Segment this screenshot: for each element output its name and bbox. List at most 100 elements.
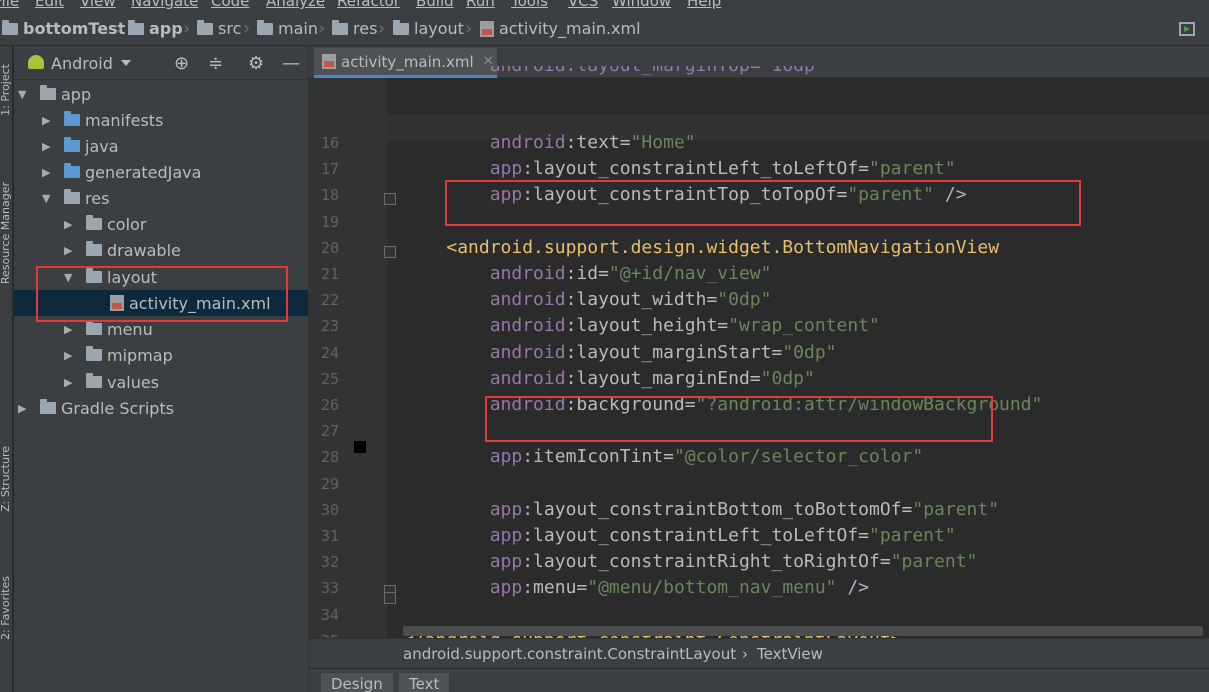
collapse-arrow-icon[interactable]: ▶ (42, 140, 50, 153)
crumb-app[interactable]: app (128, 19, 183, 38)
code-token: :text= (565, 132, 631, 153)
line-number-gutter: 1617181920212223242526272829303132333435 (309, 78, 396, 650)
chevron-right-icon: › (318, 18, 326, 39)
collapse-arrow-icon[interactable]: ▶ (42, 114, 50, 127)
design-text-tabs: Design Text (309, 668, 1209, 692)
code-token: "Home" (630, 132, 696, 153)
tree-item-res[interactable]: ▼ res (14, 185, 308, 211)
chevron-right-icon: › (378, 18, 386, 39)
code-line: app:itemIconTint="@color/selector_color" (403, 446, 923, 467)
hide-icon[interactable]: — (282, 53, 300, 74)
locate-icon[interactable]: ⊕ (174, 53, 189, 74)
tree-item-values[interactable]: ▶ values (14, 369, 308, 395)
project-view-selector[interactable]: Android (51, 54, 113, 73)
tree-item-color[interactable]: ▶ color (14, 211, 308, 237)
expand-arrow-icon[interactable]: ▼ (42, 192, 50, 205)
tree-item-menu[interactable]: ▶ menu (14, 316, 308, 342)
line-number: 26 (320, 396, 339, 414)
crumb-layout[interactable]: layout (393, 19, 464, 38)
line-number: 31 (320, 527, 339, 545)
breakpoint-icon[interactable] (354, 441, 366, 453)
code-token: app (489, 577, 523, 599)
tree-item-activity-main-xml[interactable]: activity_main.xml (14, 290, 308, 316)
run-console-icon[interactable] (1179, 22, 1195, 36)
expand-arrow-icon[interactable]: ▼ (64, 271, 72, 284)
gear-icon[interactable]: ⚙ (248, 53, 264, 74)
code-line: app:layout_constraintRight_toRightOf="pa… (403, 551, 978, 573)
tab-favorites[interactable]: 2: Favorites (0, 576, 12, 640)
tree-item-layout[interactable]: ▼ layout (14, 264, 308, 290)
tree-item-generatedjava[interactable]: ▶ generatedJava (14, 159, 308, 185)
folder-icon (257, 19, 273, 35)
line-number: 24 (320, 343, 339, 362)
crumb-file[interactable]: activity_main.xml (480, 19, 641, 38)
code-token: "parent" (912, 498, 1000, 520)
tab-project[interactable]: 1: Project (0, 64, 12, 116)
expand-arrow-icon[interactable]: ▼ (18, 88, 26, 101)
menu-window[interactable]: Window (612, 0, 671, 10)
chevron-right-icon: › (465, 18, 473, 39)
crumb-res[interactable]: res (332, 19, 377, 38)
menu-analyze[interactable]: Analyze (266, 0, 325, 10)
tree-item-drawable[interactable]: ▶ drawable (14, 237, 308, 263)
menu-navigate[interactable]: Navigate (131, 0, 198, 10)
collapse-arrow-icon[interactable]: ▶ (64, 376, 72, 389)
menu-vcs[interactable]: VCS (568, 0, 598, 10)
code-line: android:text="Home" (403, 132, 696, 153)
crumb-project[interactable]: bottomTest (2, 19, 125, 38)
collapse-arrow-icon[interactable]: ▶ (42, 166, 50, 179)
tree-item-gradle-scripts[interactable]: ▶ Gradle Scripts (14, 395, 308, 421)
tree-item-manifests[interactable]: ▶ manifests (14, 107, 308, 133)
tree-item-mipmap[interactable]: ▶ mipmap (14, 342, 308, 368)
line-number: 19 (320, 212, 339, 231)
code-token: :layout_constraintRight_toRightOf= (522, 551, 891, 573)
code-token: app (489, 525, 523, 546)
status-crumb-textview[interactable]: TextView (757, 645, 823, 663)
collapse-arrow-icon[interactable]: ▶ (64, 244, 72, 257)
line-number: 32 (320, 553, 339, 572)
collapse-all-icon[interactable]: ≑ (208, 53, 223, 74)
code-line: android:layout_width="0dp" (403, 289, 772, 311)
crumb-src[interactable]: src (197, 19, 241, 38)
code-line: android:layout_height="wrap_content" (403, 315, 880, 336)
fold-marker-icon[interactable] (384, 246, 396, 258)
tree-item-app[interactable]: ▼ app (14, 81, 308, 107)
collapse-arrow-icon[interactable]: ▶ (64, 218, 72, 231)
menu-build[interactable]: Build (416, 0, 454, 10)
crumb-main[interactable]: main (257, 19, 318, 38)
menu-file[interactable]: File (0, 0, 19, 10)
folder-icon (64, 111, 80, 126)
fold-marker-icon[interactable] (384, 193, 396, 205)
collapse-arrow-icon[interactable]: ▶ (64, 349, 72, 362)
line-number: 20 (320, 238, 339, 257)
menu-tools[interactable]: Tools (511, 0, 548, 10)
line-number: 16 (320, 134, 339, 152)
tree-item-java[interactable]: ▶ java (14, 133, 308, 159)
line-number: 34 (320, 605, 339, 624)
fold-marker-icon[interactable] (384, 592, 396, 604)
gradle-icon (40, 399, 56, 414)
code-token: "parent" (847, 184, 935, 206)
collapse-arrow-icon[interactable]: ▶ (64, 323, 72, 336)
line-number: 22 (320, 291, 339, 310)
tab-resource-manager[interactable]: Resource Manager (0, 182, 12, 284)
collapse-arrow-icon[interactable]: ▶ (18, 402, 26, 415)
xml-file-icon (480, 20, 494, 37)
menu-edit[interactable]: Edit (35, 0, 64, 10)
tab-text[interactable]: Text (399, 673, 450, 692)
tab-design[interactable]: Design (321, 673, 393, 692)
menu-refactor[interactable]: Refactor (337, 0, 400, 10)
line-number: 23 (320, 317, 339, 336)
code-token: :menu= (522, 577, 588, 599)
status-crumb-constraintlayout[interactable]: android.support.constraint.ConstraintLay… (403, 645, 736, 663)
code-token: android (489, 367, 566, 389)
menu-view[interactable]: View (80, 0, 116, 10)
menu-help[interactable]: Help (687, 0, 721, 10)
menu-run[interactable]: Run (466, 0, 495, 10)
tab-structure[interactable]: Z: Structure (0, 446, 12, 512)
code-token: "0dp" (717, 289, 772, 311)
chevron-down-icon[interactable] (121, 60, 131, 66)
horizontal-scrollbar[interactable] (403, 626, 1203, 636)
menu-code[interactable]: Code (211, 0, 249, 10)
code-token: :layout_constraintLeft_toLeftOf= (522, 158, 869, 180)
